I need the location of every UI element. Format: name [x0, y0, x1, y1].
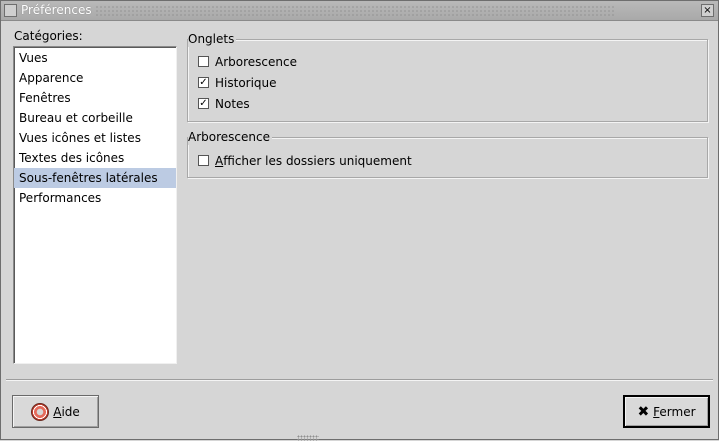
afficher-dossiers-label: Afficher les dossiers uniquement: [215, 154, 412, 168]
category-item-vues[interactable]: Vues: [14, 48, 176, 68]
window-close-icon[interactable]: ×: [701, 4, 714, 17]
category-item-performances[interactable]: Performances: [14, 188, 176, 208]
window-title: Préférences: [21, 3, 92, 17]
x-icon: ✖: [637, 403, 650, 420]
onglets-historique-option[interactable]: ✓ Historique: [198, 75, 277, 91]
categories-label: Catégories:: [14, 29, 83, 43]
category-item-apparence[interactable]: Apparence: [14, 68, 176, 88]
help-button-label: Aide: [53, 404, 80, 419]
category-item-fenetres[interactable]: Fenêtres: [14, 88, 176, 108]
category-item-vues-icones-listes[interactable]: Vues icônes et listes: [14, 128, 176, 148]
categories-list[interactable]: Vues Apparence Fenêtres Bureau et corbei…: [13, 46, 177, 364]
arborescence-group: Arborescence Afficher les dossiers uniqu…: [187, 129, 708, 178]
onglets-historique-label: Historique: [215, 76, 277, 90]
afficher-dossiers-option[interactable]: Afficher les dossiers uniquement: [198, 153, 412, 169]
onglets-notes-label: Notes: [215, 97, 250, 111]
titlebar-grip: [95, 5, 615, 17]
preferences-window: Préférences × Catégories: Vues Apparence…: [0, 0, 719, 441]
onglets-arborescence-checkbox[interactable]: [198, 56, 209, 67]
onglets-notes-option[interactable]: ✓ Notes: [198, 96, 250, 112]
lifebuoy-icon: [31, 402, 50, 421]
afficher-dossiers-checkbox[interactable]: [198, 155, 209, 166]
title-bar[interactable]: Préférences ×: [1, 1, 718, 21]
close-button[interactable]: ✖ Fermer: [623, 395, 710, 428]
onglets-notes-checkbox[interactable]: ✓: [198, 98, 209, 109]
onglets-historique-checkbox[interactable]: ✓: [198, 77, 209, 88]
arborescence-legend: Arborescence: [188, 129, 272, 145]
category-item-sous-fenetres-laterales[interactable]: Sous-fenêtres latérales: [14, 168, 176, 188]
close-button-label: Fermer: [653, 404, 696, 419]
category-item-textes-icones[interactable]: Textes des icônes: [14, 148, 176, 168]
onglets-arborescence-option[interactable]: Arborescence: [198, 54, 297, 70]
onglets-group: Onglets Arborescence ✓ Historique ✓ Notes: [187, 31, 708, 122]
onglets-legend: Onglets: [188, 31, 237, 47]
onglets-arborescence-label: Arborescence: [215, 55, 297, 69]
window-menu-icon[interactable]: [4, 4, 17, 17]
resize-grip[interactable]: [297, 435, 319, 441]
category-item-bureau-corbeille[interactable]: Bureau et corbeille: [14, 108, 176, 128]
help-button[interactable]: Aide: [12, 395, 99, 428]
button-separator: [6, 379, 713, 381]
